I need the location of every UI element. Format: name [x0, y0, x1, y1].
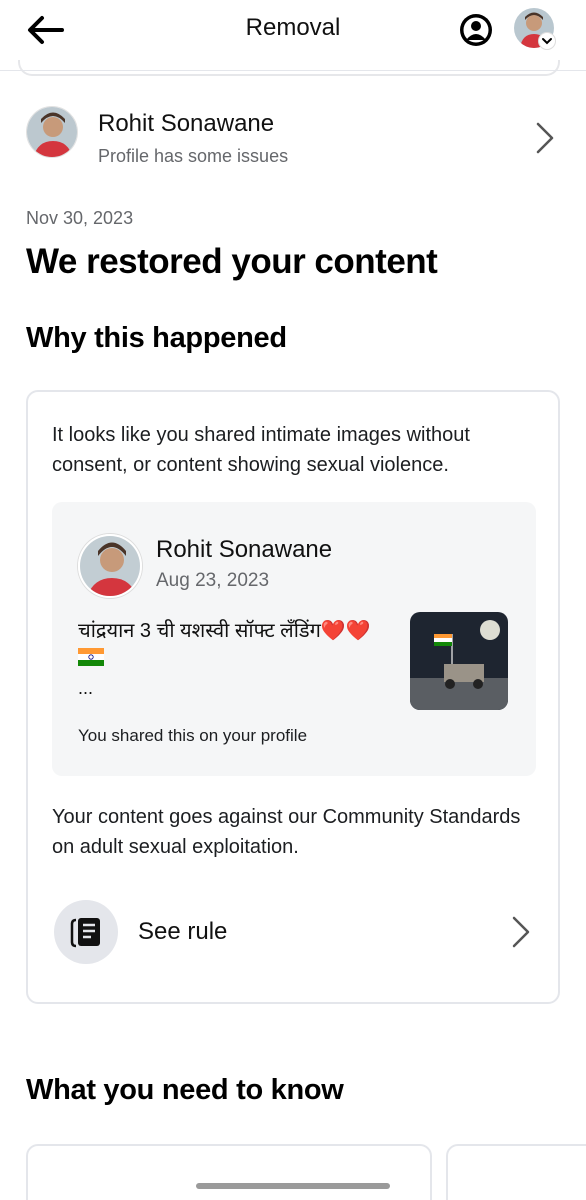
removal-page: Removal Rohit Sonawane Profile has some … — [0, 0, 586, 1200]
top-bar: Removal — [0, 0, 586, 60]
account-circle-icon — [460, 14, 492, 46]
see-rule-chevron — [508, 914, 532, 950]
post-author: Rohit Sonawane — [156, 536, 333, 563]
why-section-title: Why this happened — [26, 322, 287, 354]
india-flag-icon — [78, 648, 104, 666]
post-ellipsis: ... — [78, 678, 94, 698]
post-preview[interactable]: Rohit Sonawane Aug 23, 2023 चांद्रयान 3 … — [52, 502, 536, 776]
home-indicator — [196, 1183, 390, 1189]
see-rule-label: See rule — [138, 918, 228, 945]
post-text: चांद्रयान 3 ची यशस्वी सॉफ्ट लँडिंग❤️❤️ — [78, 620, 371, 642]
rule-icon-wrap — [54, 900, 118, 964]
decision-date: Nov 30, 2023 — [26, 208, 134, 228]
rulebook-icon — [70, 918, 100, 948]
profile-row[interactable]: Rohit Sonawane Profile has some issues — [26, 106, 560, 166]
post-thumbnail — [410, 612, 508, 710]
post-shared-note: You shared this on your profile — [78, 726, 308, 745]
chevron-right-icon — [512, 916, 530, 948]
see-rule-button[interactable]: See rule — [52, 898, 536, 966]
need-to-know-title: What you need to know — [26, 1074, 344, 1106]
post-date: Aug 23, 2023 — [156, 570, 270, 591]
chevron-down-icon — [542, 38, 552, 45]
account-button[interactable] — [456, 10, 496, 50]
avatar — [78, 534, 142, 598]
account-switch-chevron[interactable] — [538, 32, 556, 50]
info-card[interactable] — [26, 1144, 432, 1200]
info-card[interactable] — [446, 1144, 586, 1200]
decision-title: We restored your content — [26, 242, 438, 281]
page-title: Removal — [245, 14, 341, 41]
avatar — [26, 106, 78, 158]
chevron-right-icon — [536, 122, 554, 154]
profile-status: Profile has some issues — [98, 146, 289, 166]
header-divider — [0, 70, 586, 71]
profile-chevron[interactable] — [532, 120, 556, 156]
profile-name: Rohit Sonawane — [98, 110, 275, 137]
standards-text: Your content goes against our Community … — [52, 806, 521, 858]
reason-text: It looks like you shared intimate images… — [52, 424, 470, 476]
reason-card: It looks like you shared intimate images… — [26, 390, 560, 1004]
